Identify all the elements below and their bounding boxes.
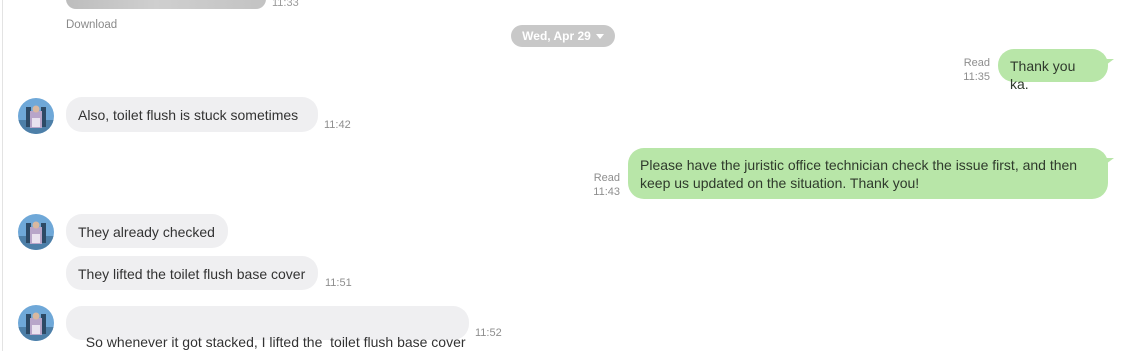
message-timestamp: 11:43 bbox=[593, 186, 620, 198]
bubble-tail bbox=[1106, 59, 1114, 65]
date-divider-chip[interactable]: Wed, Apr 29 bbox=[511, 25, 615, 47]
chat-left-border bbox=[2, 0, 3, 351]
avatar-image bbox=[18, 305, 54, 341]
date-divider-label: Wed, Apr 29 bbox=[522, 29, 591, 43]
avatar[interactable] bbox=[18, 214, 54, 250]
incoming-message-bubble[interactable]: So whenever it got stacked, I lifted the… bbox=[66, 306, 469, 350]
message-text: So whenever it got stacked, I lifted the… bbox=[85, 334, 466, 350]
avatar-image bbox=[18, 98, 54, 134]
message-timestamp: 11:35 bbox=[963, 71, 990, 83]
message-timestamp: 11:52 bbox=[475, 327, 502, 339]
message-text: Please have the juristic office technici… bbox=[640, 157, 1078, 191]
message-timestamp: 11:33 bbox=[272, 0, 299, 9]
message-meta: Read 11:43 bbox=[593, 171, 620, 199]
incoming-message-bubble[interactable]: They lifted the toilet flush base cover bbox=[66, 256, 318, 290]
image-message-thumbnail[interactable] bbox=[66, 0, 266, 9]
avatar[interactable] bbox=[18, 305, 54, 341]
bubble-tail bbox=[1106, 158, 1114, 164]
avatar[interactable] bbox=[18, 98, 54, 134]
message-timestamp: 11:42 bbox=[324, 119, 351, 131]
incoming-message-bubble[interactable]: They already checked bbox=[66, 214, 228, 248]
read-status: Read bbox=[593, 172, 620, 184]
outgoing-message-bubble[interactable]: Thank you ka. bbox=[998, 49, 1114, 92]
message-text: Thank you ka. bbox=[1010, 58, 1076, 92]
message-timestamp: 11:51 bbox=[325, 277, 352, 289]
message-text: They lifted the toilet flush base cover bbox=[78, 266, 306, 282]
chevron-down-icon bbox=[595, 34, 604, 39]
avatar-image bbox=[18, 214, 54, 250]
read-status: Read bbox=[963, 57, 990, 69]
incoming-message-bubble[interactable]: Also, toilet flush is stuck sometimes bbox=[66, 97, 318, 132]
download-link[interactable]: Download bbox=[66, 19, 117, 31]
message-text: They already checked bbox=[78, 224, 215, 240]
message-text: Also, toilet flush is stuck sometimes bbox=[78, 107, 299, 123]
message-meta: Read 11:35 bbox=[963, 56, 990, 84]
outgoing-message-bubble[interactable]: Please have the juristic office technici… bbox=[628, 148, 1114, 199]
